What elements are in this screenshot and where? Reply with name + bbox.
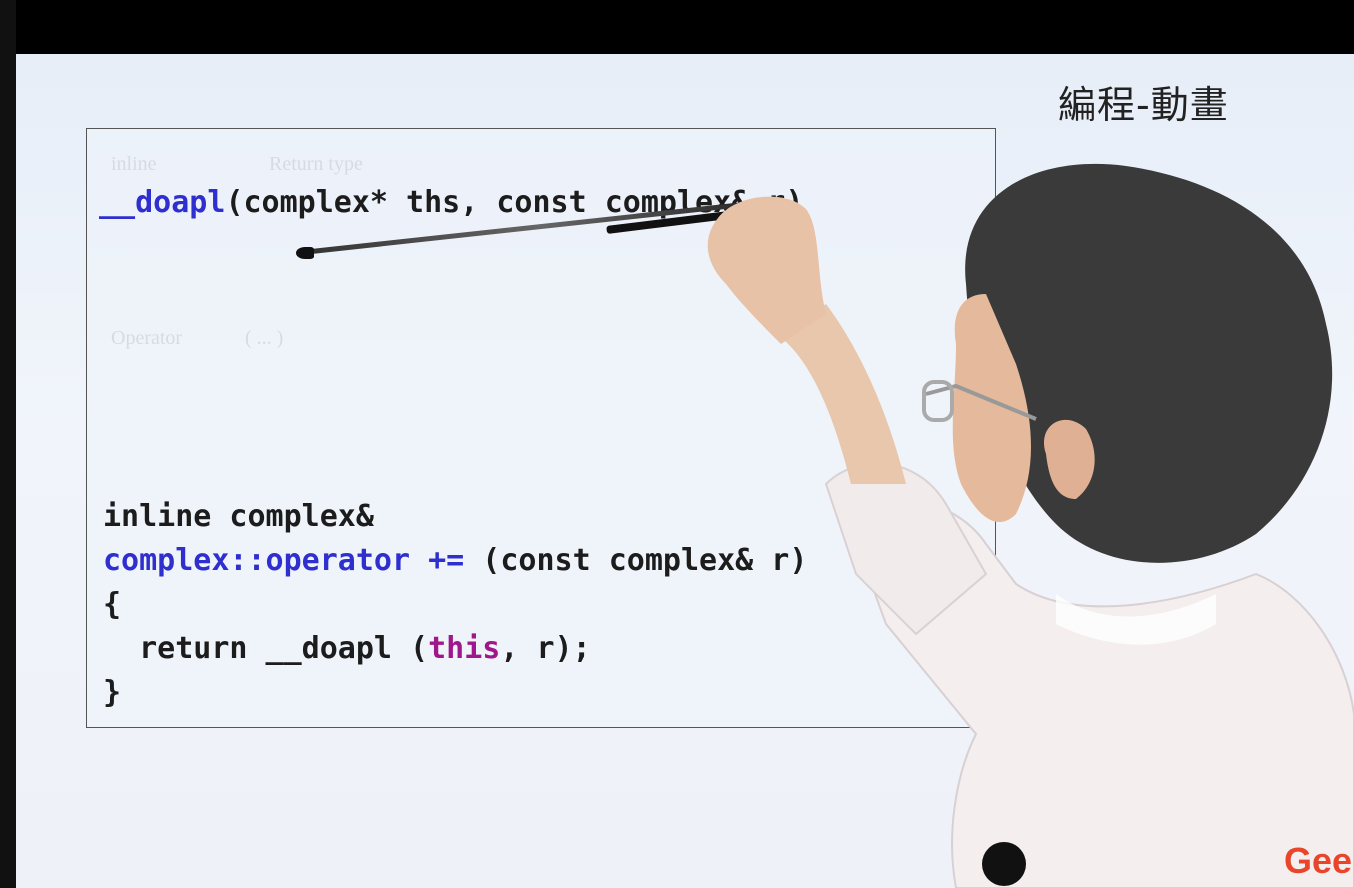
code-token-return-end: , r); — [500, 631, 591, 666]
presenter-hand — [707, 196, 826, 344]
pointer-tip — [296, 247, 314, 259]
code-line-return: return __doapl (this, r); — [103, 627, 591, 671]
ghost-label-operator: Operator — [111, 327, 183, 349]
ghost-label-return-type: Return type — [269, 153, 363, 175]
video-frame: 編程-動畫 inline Return type Operator ( ... … — [16, 54, 1354, 888]
ghost-label-inline: inline — [111, 153, 157, 175]
channel-title: 編程-動畫 — [1058, 83, 1229, 127]
code-token-this: this — [428, 631, 501, 666]
code-token-operator: complex::operator += — [103, 543, 465, 578]
presenter-figure — [707, 163, 1354, 888]
watermark-logo: Gee — [1284, 840, 1353, 881]
code-line-open-brace: { — [103, 587, 122, 622]
code-token-return: return __doapl ( — [103, 631, 429, 666]
code-line-inline-return: inline complex& — [103, 499, 374, 534]
code-token-doapl: __doapl — [99, 185, 226, 220]
lapel-microphone — [982, 842, 1026, 886]
ghost-label-params: ( ... ) — [245, 327, 284, 349]
video-top-black-bar — [0, 0, 1354, 54]
code-line-close-brace: } — [103, 675, 122, 710]
video-left-edge — [0, 0, 16, 888]
